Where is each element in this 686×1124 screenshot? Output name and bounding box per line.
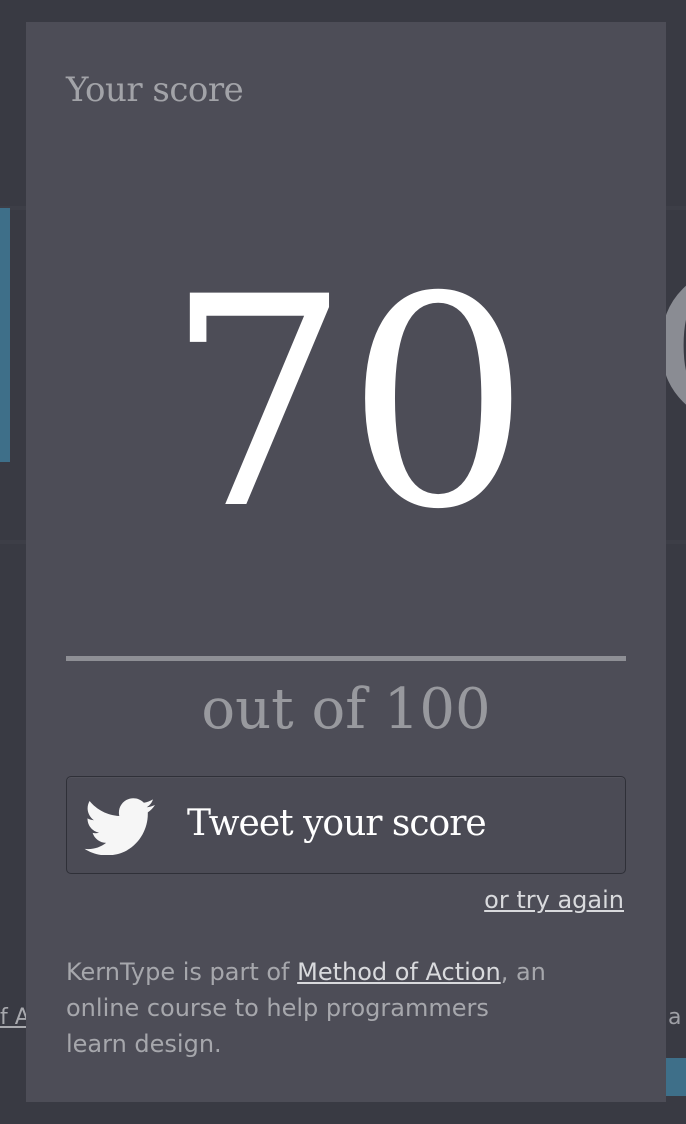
score-out-of: out of 100	[201, 677, 491, 742]
backdrop-blue-block	[0, 208, 10, 462]
score-modal: Your score 70 out of 100 Tweet your scor…	[26, 22, 666, 1102]
tweet-button-label: Tweet your score	[187, 803, 487, 844]
footer-suffix: , an	[500, 958, 546, 986]
score-divider	[66, 656, 626, 661]
method-of-action-link[interactable]: Method of Action	[297, 958, 501, 986]
footer-prefix: KernType is part of	[66, 958, 298, 986]
try-again-link[interactable]: or try again	[484, 886, 624, 914]
backdrop-text-fragment: a	[668, 1005, 682, 1030]
footer-line-2: online course to help programmers	[66, 994, 489, 1022]
footer-line-3: learn design.	[66, 1030, 222, 1058]
footer-note: KernType is part of Method of Action, an…	[66, 954, 606, 1062]
score-title: Your score	[66, 70, 244, 110]
tweet-score-button[interactable]: Tweet your score	[66, 776, 626, 874]
score-value: 70	[165, 236, 530, 573]
twitter-bird-icon	[84, 798, 155, 855]
